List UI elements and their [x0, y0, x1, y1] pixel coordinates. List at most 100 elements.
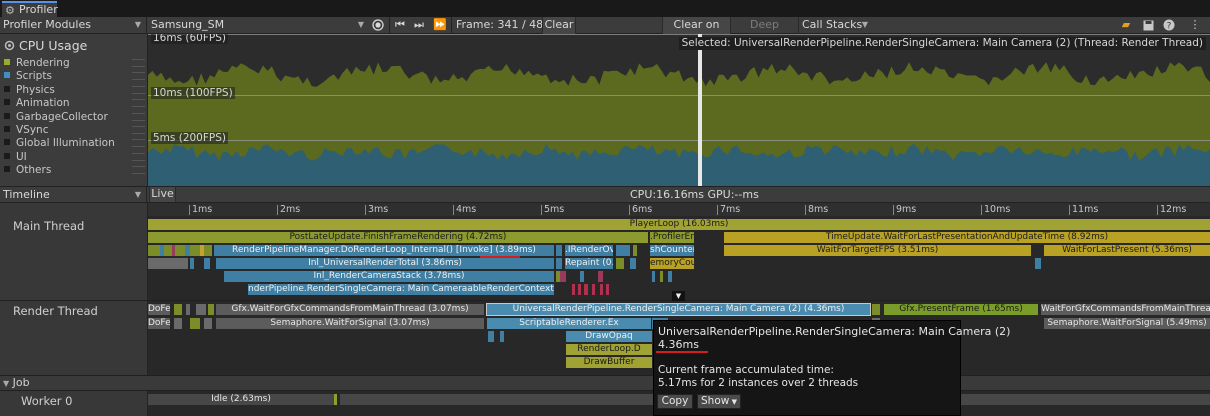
cpu-category-vsync[interactable]: VSync	[4, 124, 148, 137]
drawopaque-sample[interactable]: DrawOpaq	[566, 331, 652, 342]
main-thread-sample[interactable]	[616, 258, 624, 269]
gfx-presentframe-sample[interactable]: Gfx.PresentFrame (1.65ms)	[884, 304, 1038, 315]
semaphore-wait-sample[interactable]: Semaphore.WaitForSignal (3.07ms)	[216, 318, 484, 329]
main-thread-sample[interactable]	[668, 271, 672, 282]
scriptablerenderer-sample[interactable]: ScriptableRenderer.Ex	[487, 318, 651, 329]
rendersinglecamera-main-sample[interactable]: nderPipeline.RenderSingleCamera: Main Ca…	[248, 284, 554, 295]
clear-button[interactable]: Clear	[542, 17, 576, 34]
main-thread-sample[interactable]	[652, 271, 655, 282]
main-thread-sample[interactable]	[172, 245, 175, 256]
target-device-dropdown[interactable]: Samsung_SM G970N@ADB:R39M5001ZPB ▼	[148, 17, 366, 47]
drag-handle-icon[interactable]	[132, 99, 145, 108]
main-thread-sample[interactable]	[616, 245, 630, 256]
main-thread-sample[interactable]	[580, 271, 584, 282]
drag-handle-icon[interactable]	[132, 59, 145, 67]
cpu-usage-chart[interactable]: 16ms (60FPS) 10ms (100FPS) 5ms (200FPS) …	[148, 34, 1210, 186]
main-thread-sample[interactable]	[190, 258, 194, 269]
main-thread-sample[interactable]	[185, 245, 190, 256]
main-thread-sample[interactable]	[600, 284, 603, 295]
tooltip-anchor-icon[interactable]: ▼	[672, 291, 685, 301]
job-group-label[interactable]: ▼ Job	[3, 376, 30, 389]
memorycounter-sample[interactable]: emoryCou	[650, 258, 694, 269]
render-thread-sample[interactable]	[500, 331, 504, 342]
main-thread-sample[interactable]	[592, 284, 595, 295]
profiler-modules-dropdown[interactable]: Profiler Modules ▼	[0, 17, 147, 34]
cpu-module-title[interactable]: CPU Usage	[19, 38, 87, 53]
drag-handle-icon[interactable]	[132, 126, 145, 134]
render-thread-sample[interactable]	[208, 304, 214, 315]
deep-profile-toggle[interactable]: Deep Profile	[733, 17, 796, 47]
drag-handle-icon[interactable]	[132, 152, 145, 161]
cpu-category-rendering[interactable]: Rendering	[4, 57, 148, 70]
flushcounter-sample[interactable]: shCounter	[650, 245, 694, 256]
cpu-category-scripts[interactable]: Scripts	[4, 70, 148, 83]
drawbuffer-sample[interactable]: DrawBuffer	[566, 357, 652, 368]
dorenderloop-sample[interactable]: RenderPipelineManager.DoRenderLoop_Inter…	[214, 245, 554, 256]
main-thread-sample[interactable]	[606, 284, 609, 295]
drag-handle-icon[interactable]	[132, 72, 145, 81]
postlateupdate-sample[interactable]: PostLateUpdate.FinishFrameRendering (4.7…	[148, 232, 648, 243]
gfx-wait-sample-2[interactable]: WaitForGfxCommandsFromMainThread	[1041, 304, 1210, 315]
dofence-sample-2[interactable]: DoFen	[148, 318, 170, 329]
main-thread-sample[interactable]	[584, 284, 588, 295]
render-thread-label[interactable]: Render Thread	[13, 304, 98, 318]
selected-frame-marker[interactable]	[698, 34, 702, 186]
cpu-category-garbagecollector[interactable]: GarbageCollector	[4, 111, 148, 124]
rendercamerastack-sample[interactable]: Inl_RenderCameraStack (3.78ms)	[224, 271, 554, 282]
help-button[interactable]: ?	[1160, 17, 1178, 34]
call-stacks-dropdown[interactable]: Call Stacks ▼	[798, 17, 873, 34]
drag-handle-icon[interactable]	[132, 166, 145, 175]
tooltip-show-dropdown[interactable]: Show ▼	[697, 394, 741, 409]
render-thread-sample[interactable]	[186, 304, 190, 315]
main-thread-sample[interactable]	[160, 245, 164, 256]
render-thread-sample[interactable]	[204, 318, 212, 329]
previous-frame-button[interactable]: ⏮	[392, 17, 408, 34]
render-thread-sample[interactable]	[174, 318, 182, 329]
cpu-category-global-illumination[interactable]: Global Illumination	[4, 137, 148, 150]
render-thread-sample[interactable]	[190, 318, 200, 329]
main-thread-sample[interactable]	[578, 284, 581, 295]
load-button[interactable]: ▰	[1117, 17, 1135, 34]
worker-0-label[interactable]: Worker 0	[21, 394, 73, 408]
render-thread-sample[interactable]	[488, 331, 494, 342]
cpu-category-physics[interactable]: Physics	[4, 84, 148, 97]
worker-job-sample[interactable]	[334, 394, 337, 405]
main-thread-sample[interactable]	[148, 258, 188, 269]
profiler-tab[interactable]: ⚙ Profiler	[2, 1, 58, 17]
record-button[interactable]	[370, 17, 386, 34]
main-thread-sample[interactable]	[1035, 258, 1041, 269]
semaphore-wait-sample-2[interactable]: Semaphore.WaitForSignal (5.49ms)	[1044, 318, 1210, 329]
cpu-category-animation[interactable]: Animation	[4, 97, 148, 110]
main-thread-sample[interactable]	[556, 258, 562, 269]
render-thread-sample[interactable]	[872, 304, 880, 315]
more-options-button[interactable]: ⋮	[1186, 17, 1204, 34]
time-ruler[interactable]: 1ms 2ms 3ms 4ms 5ms 6ms 7ms 8ms 9ms 10ms 11ms 12ms	[148, 203, 1210, 216]
main-thread-sample[interactable]	[598, 271, 603, 282]
waitfortargetfps-sample[interactable]: WaitForTargetFPS (3.51ms)	[724, 245, 1031, 256]
dofence-sample[interactable]: DoFence	[148, 304, 170, 315]
current-frame-button[interactable]: ⏩	[431, 17, 449, 34]
timeupdate-sample[interactable]: TimeUpdate.WaitForLastPresentationAndUpd…	[724, 232, 1210, 243]
renderloop-sample[interactable]: RenderLoop.D	[566, 344, 652, 355]
cpu-category-others[interactable]: Others	[4, 164, 148, 177]
main-thread-sample[interactable]	[200, 245, 204, 256]
save-button[interactable]	[1139, 17, 1157, 34]
universalrendertotal-sample[interactable]: Inl_UniversalRenderTotal (3.86ms)	[216, 258, 554, 269]
worker-idle-sample[interactable]: Idle (2.63ms)	[148, 394, 334, 405]
main-thread-sample[interactable]	[560, 271, 566, 282]
repaint-sample[interactable]: Repaint (0.5	[565, 258, 613, 269]
renderoverlay-sample[interactable]: .IRenderOve	[565, 245, 613, 256]
drag-handle-icon[interactable]	[132, 139, 145, 148]
tooltip-copy-button[interactable]: Copy	[657, 394, 693, 409]
main-thread-sample[interactable]	[633, 245, 637, 256]
profilerend-sample[interactable]: .ProfilerEnd	[650, 232, 694, 243]
clear-on-play-toggle[interactable]: Clear on Play	[662, 17, 731, 47]
cpu-category-ui[interactable]: UI	[4, 151, 148, 164]
main-thread-sample[interactable]	[556, 245, 562, 256]
main-thread-sample[interactable]	[204, 258, 210, 269]
main-thread-sample[interactable]	[660, 271, 663, 282]
main-thread-label[interactable]: Main Thread	[13, 219, 84, 233]
playerloop-sample[interactable]: PlayerLoop (16.03ms)	[148, 219, 1210, 230]
render-thread-sample[interactable]	[196, 304, 206, 315]
main-thread-sample[interactable]	[630, 258, 636, 269]
